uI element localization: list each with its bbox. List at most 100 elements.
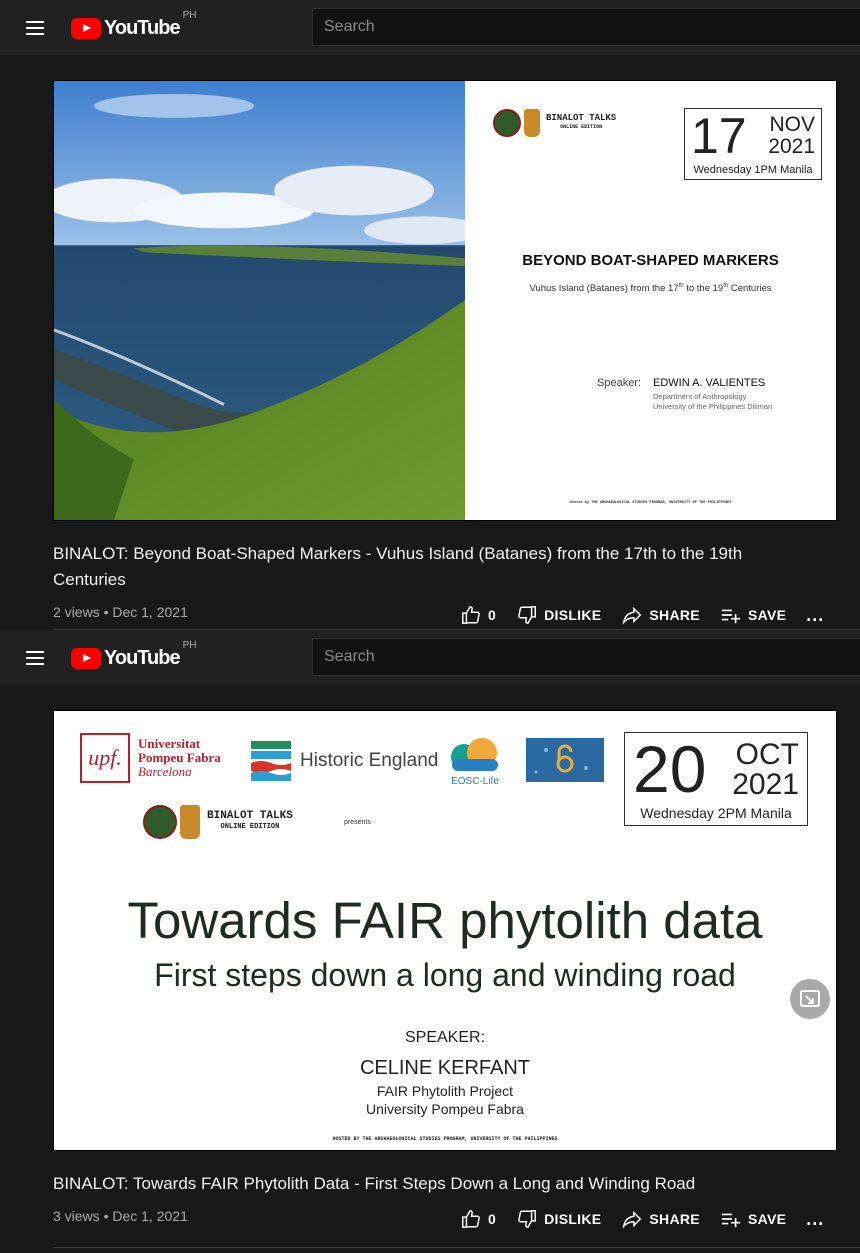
- search-box[interactable]: [312, 8, 860, 46]
- upf-line-1: Universitat: [138, 736, 201, 751]
- up-seal-icon: [493, 109, 521, 137]
- dislike-label: DISLIKE: [544, 1211, 602, 1227]
- more-options-icon[interactable]: ...: [806, 1209, 824, 1230]
- menu-icon[interactable]: [22, 648, 48, 668]
- historic-england-text: Historic England: [300, 750, 439, 771]
- series-edition: ONLINE EDITION: [220, 823, 280, 831]
- date-when: Wednesday 2PM Manila: [640, 805, 792, 821]
- save-button[interactable]: SAVE: [720, 604, 786, 626]
- screen-2: YouTube PH upf. Universitat Pompeu Fabra…: [0, 630, 860, 1253]
- save-button[interactable]: SAVE: [720, 1208, 786, 1230]
- date-box: 20 OCT 2021 Wednesday 2PM Manila: [624, 732, 808, 826]
- speaker-label: Speaker:: [597, 377, 642, 389]
- miniplayer-icon[interactable]: [790, 979, 830, 1019]
- dislike-label: DISLIKE: [544, 607, 602, 623]
- historic-england-logo: Historic England: [251, 741, 438, 781]
- date-year: 2021: [768, 135, 815, 158]
- historic-england-icon: [251, 741, 291, 781]
- video-player[interactable]: upf. Universitat Pompeu Fabra Barcelona …: [53, 710, 837, 1151]
- youtube-logo[interactable]: YouTube PH: [71, 10, 196, 42]
- open-access-image: [526, 738, 604, 782]
- youtube-logo[interactable]: YouTube PH: [71, 640, 196, 672]
- upf-mark: upf.: [80, 733, 130, 783]
- island-landscape-photo: [54, 81, 465, 520]
- speaker-name: CELINE KERFANT: [359, 1057, 531, 1079]
- save-label: SAVE: [747, 1211, 787, 1227]
- playlist-add-icon: [721, 1213, 741, 1228]
- screen-1: YouTube PH Search BINALOT TALKS ONLINE E…: [0, 0, 860, 630]
- country-code: PH: [182, 10, 197, 21]
- date-day: 20: [633, 732, 707, 806]
- speaker-affil-2: University Pompeu Fabra: [366, 1101, 524, 1117]
- slide-subtitle: First steps down a long and winding road: [154, 957, 736, 993]
- slide-info-panel: BINALOT TALKS ONLINE EDITION 17 NOV 2021…: [465, 81, 836, 520]
- search-box[interactable]: [312, 638, 860, 676]
- top-bar: YouTube PH: [0, 630, 860, 685]
- youtube-play-icon: [71, 647, 101, 669]
- country-code: PH: [182, 640, 197, 651]
- more-options-icon[interactable]: ...: [806, 605, 824, 626]
- video-actions: 0 DISLIKE SHARE SAVE ...: [460, 603, 824, 627]
- logo-text: YouTube: [104, 16, 181, 39]
- thumbs-up-icon: [462, 606, 480, 624]
- share-icon: [623, 606, 642, 625]
- hosted-by: hosted by THE ARCHAEOLOGICAL STUDIES PRO…: [569, 501, 732, 505]
- slide-subtitle: Vuhus Island (Batanes) from the 17th to …: [529, 283, 772, 295]
- binalot-vase-icon: [524, 109, 540, 137]
- share-button[interactable]: SHARE: [621, 604, 700, 626]
- logo-text: YouTube: [104, 646, 181, 669]
- date-when: Wednesday 1PM Manila: [693, 164, 813, 176]
- eosc-life-text: EOSC-Life: [451, 776, 499, 787]
- youtube-play-icon: [71, 17, 101, 39]
- share-button[interactable]: SHARE: [621, 1208, 700, 1230]
- dislike-button[interactable]: DISLIKE: [516, 604, 601, 626]
- presents-text: presents: [344, 819, 371, 826]
- thumbs-down-icon: [518, 1210, 537, 1228]
- share-icon: [623, 1210, 642, 1229]
- like-count: 0: [488, 607, 497, 623]
- binalot-logo: BINALOT TALKS ONLINE EDITION: [493, 109, 616, 137]
- binalot-logo: BINALOT TALKS ONLINE EDITION: [143, 805, 293, 839]
- slide-title: BEYOND BOAT-SHAPED MARKERS: [522, 252, 779, 269]
- thumbs-down-icon: [518, 606, 537, 624]
- share-label: SHARE: [649, 607, 700, 623]
- thumbs-up-icon: [462, 1210, 480, 1228]
- divider: [53, 1247, 860, 1248]
- share-label: SHARE: [649, 1211, 700, 1227]
- series-name: BINALOT TALKS: [546, 113, 617, 123]
- video-title: BINALOT: Towards FAIR Phytolith Data - F…: [53, 1174, 696, 1193]
- video-title: BINALOT: Beyond Boat-Shaped Markers - Vu…: [53, 544, 743, 589]
- series-name: BINALOT TALKS: [207, 810, 293, 822]
- cloud-icon: [451, 738, 498, 771]
- top-bar: YouTube PH: [0, 0, 860, 55]
- date-day: 17: [691, 108, 747, 164]
- open-access-icon: [534, 744, 588, 774]
- video-player[interactable]: BINALOT TALKS ONLINE EDITION 17 NOV 2021…: [53, 80, 837, 521]
- video-actions: 0 DISLIKE SHARE SAVE ...: [460, 1207, 824, 1231]
- search-input[interactable]: [313, 639, 860, 675]
- upf-logo: upf. Universitat Pompeu Fabra Barcelona: [80, 733, 221, 783]
- speaker-affil-1: Department of Anthropology: [653, 392, 747, 401]
- dislike-button[interactable]: DISLIKE: [516, 1208, 601, 1230]
- slide-title: Towards FAIR phytolith data: [127, 892, 763, 949]
- playlist-add-icon: [721, 609, 741, 624]
- date-box: 17 NOV 2021 Wednesday 1PM Manila: [684, 108, 822, 180]
- hosted-by: HOSTED BY THE ARCHAEOLOGICAL STUDIES PRO…: [332, 1136, 558, 1142]
- date-month: OCT: [735, 738, 799, 771]
- like-count: 0: [488, 1211, 497, 1227]
- search-input[interactable]: [313, 9, 860, 45]
- eosc-life-logo: EOSC-Life: [444, 737, 506, 787]
- up-seal-icon: [143, 805, 177, 839]
- upf-line-2: Pompeu Fabra: [138, 750, 221, 765]
- date-month: NOV: [769, 113, 815, 136]
- date-year: 2021: [732, 768, 799, 801]
- like-button[interactable]: 0: [460, 604, 496, 626]
- speaker-name: EDWIN A. VALIENTES: [653, 377, 766, 389]
- binalot-vase-icon: [180, 805, 200, 839]
- menu-icon[interactable]: [22, 18, 48, 38]
- picture-in-picture-icon: [800, 990, 820, 1007]
- save-label: SAVE: [747, 607, 787, 623]
- like-button[interactable]: 0: [460, 1208, 496, 1230]
- series-edition: ONLINE EDITION: [560, 124, 603, 130]
- video-meta: 3 views • Dec 1, 2021: [53, 1208, 188, 1224]
